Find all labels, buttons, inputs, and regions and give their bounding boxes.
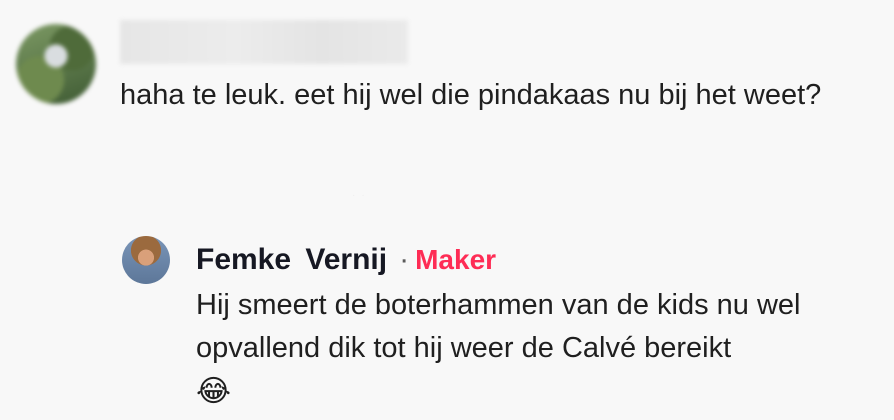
commenter-avatar[interactable] bbox=[16, 24, 96, 104]
reply-text-block: Hij smeert de boterhammen van de kids nu… bbox=[196, 284, 886, 413]
reply-separator: · bbox=[399, 243, 410, 276]
face-with-tears-of-joy-icon: 😂 bbox=[196, 375, 232, 409]
divider-dots: ·· bbox=[352, 190, 371, 201]
comment-thread: haha te leuk. eet hij wel die pindakaas … bbox=[0, 0, 894, 420]
reply-author-name[interactable]: Femke Vernij bbox=[196, 243, 387, 277]
commenter-username-blurred[interactable] bbox=[120, 20, 408, 64]
reply-text: Hij smeert de boterhammen van de kids nu… bbox=[196, 289, 801, 364]
creator-badge: Maker bbox=[415, 244, 497, 275]
creator-avatar[interactable] bbox=[122, 236, 170, 284]
reply-header: Femke Vernij · Maker bbox=[196, 238, 496, 282]
comment-text: haha te leuk. eet hij wel die pindakaas … bbox=[120, 79, 822, 111]
